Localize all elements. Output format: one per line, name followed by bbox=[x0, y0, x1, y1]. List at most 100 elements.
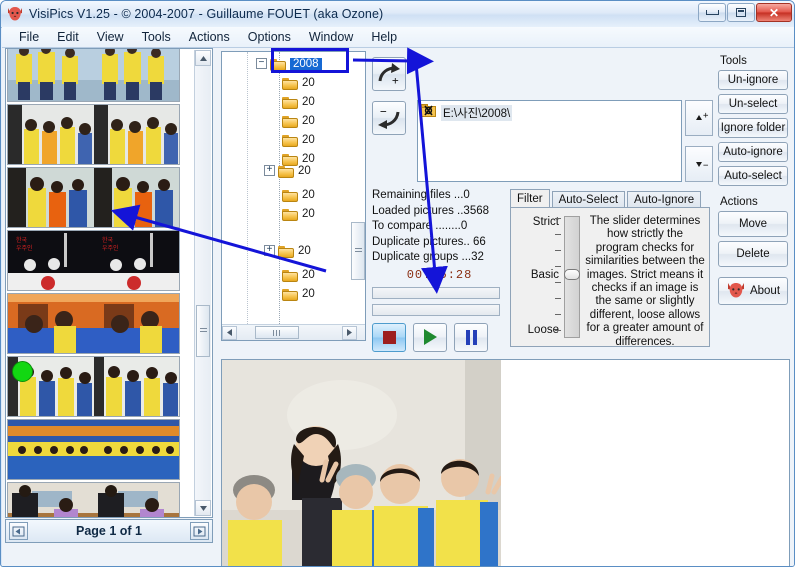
tree-node[interactable]: 20 bbox=[282, 92, 315, 111]
tree-node-label: 20 bbox=[302, 114, 315, 127]
table-row[interactable] bbox=[7, 419, 180, 480]
menu-options[interactable]: Options bbox=[239, 28, 300, 46]
tree-vertical-scrollbar[interactable] bbox=[351, 222, 365, 280]
table-row[interactable] bbox=[7, 49, 180, 102]
folder-icon bbox=[282, 95, 299, 109]
tree-node[interactable]: 20 bbox=[282, 130, 315, 149]
tab-auto-select[interactable]: Auto-Select bbox=[551, 191, 626, 208]
auto-ignore-button[interactable]: Auto-ignore bbox=[718, 142, 788, 162]
thumb-image bbox=[8, 105, 94, 164]
thumb-image: 한국 우주인 bbox=[93, 231, 179, 290]
menu-actions[interactable]: Actions bbox=[180, 28, 239, 46]
about-label: About bbox=[749, 285, 781, 297]
fox-icon bbox=[726, 281, 746, 302]
table-row[interactable] bbox=[7, 482, 180, 517]
about-button[interactable]: About bbox=[718, 277, 788, 305]
previous-page-icon[interactable] bbox=[9, 522, 28, 540]
scroll-right-icon[interactable] bbox=[342, 325, 357, 340]
visipics-window: VisiPics V1.25 - © 2004-2007 - Guillaume… bbox=[0, 0, 795, 567]
filter-tab-panel: Filter Auto-Select Auto-Ignore Strict Ba… bbox=[510, 189, 710, 348]
delete-button[interactable]: Delete bbox=[718, 241, 788, 267]
menu-bar: File Edit View Tools Actions Options Win… bbox=[2, 27, 794, 48]
menu-file[interactable]: File bbox=[10, 28, 48, 46]
progress-bar-bottom bbox=[372, 303, 500, 316]
scrollbar-thumb[interactable] bbox=[255, 326, 299, 339]
tree-node-label: 20 bbox=[302, 287, 315, 300]
scrollbar-thumb[interactable] bbox=[196, 305, 210, 357]
menu-tools[interactable]: Tools bbox=[133, 28, 180, 46]
menu-help[interactable]: Help bbox=[362, 28, 406, 46]
table-row[interactable] bbox=[7, 293, 180, 354]
menu-window[interactable]: Window bbox=[300, 28, 362, 46]
menu-edit[interactable]: Edit bbox=[48, 28, 88, 46]
expand-icon[interactable]: + bbox=[264, 245, 275, 256]
tree-node[interactable]: 20 bbox=[282, 284, 315, 303]
tree-node-label: 20 bbox=[302, 76, 315, 89]
tree-node-expandable[interactable]: +20 bbox=[264, 241, 311, 260]
pause-button[interactable] bbox=[454, 322, 488, 352]
scroll-up-icon[interactable] bbox=[195, 50, 211, 66]
collapse-icon[interactable]: − bbox=[256, 58, 267, 69]
maximize-button[interactable] bbox=[727, 3, 755, 22]
window-title: VisiPics V1.25 - © 2004-2007 - Guillaume… bbox=[29, 7, 384, 21]
svg-text:한국: 한국 bbox=[102, 237, 114, 244]
image-preview[interactable] bbox=[221, 359, 790, 566]
folder-icon bbox=[282, 188, 299, 202]
tab-auto-ignore[interactable]: Auto-Ignore bbox=[627, 191, 702, 208]
thumbnail-scrollbar[interactable] bbox=[194, 50, 211, 516]
tree-node[interactable]: 20 bbox=[282, 111, 315, 130]
duplicate-thumbnail-list[interactable]: 한국 우주인 한국 우주인 bbox=[5, 48, 213, 518]
tree-node[interactable]: 20 bbox=[282, 265, 315, 284]
thumb-image bbox=[93, 420, 179, 479]
folder-tree[interactable]: − 2008 20 20 20 20 20 +20 20 20 +20 20 2… bbox=[221, 51, 366, 341]
elapsed-timer: 00:15:28 bbox=[406, 267, 473, 282]
thumb-image bbox=[93, 357, 179, 416]
status-badge bbox=[12, 361, 33, 382]
folder-icon bbox=[282, 114, 299, 128]
pager-bar: Page 1 of 1 bbox=[5, 519, 213, 543]
auto-select-button[interactable]: Auto-select bbox=[718, 166, 788, 186]
minimize-button[interactable] bbox=[698, 3, 726, 22]
table-row[interactable]: 한국 우주인 한국 우주인 bbox=[7, 230, 180, 291]
tree-node-expandable[interactable]: +20 bbox=[264, 161, 311, 180]
table-row[interactable] bbox=[7, 356, 180, 417]
svg-text:−: − bbox=[380, 106, 387, 118]
progress-bar-top bbox=[372, 286, 500, 299]
play-button[interactable] bbox=[413, 322, 447, 352]
close-button[interactable]: ✕ bbox=[756, 3, 792, 22]
add-folder-button[interactable]: + bbox=[372, 57, 406, 91]
table-row[interactable] bbox=[7, 167, 180, 228]
svg-text:우주인: 우주인 bbox=[16, 245, 33, 252]
scroll-left-icon[interactable] bbox=[222, 325, 237, 340]
table-row[interactable] bbox=[7, 104, 180, 165]
window-controls: ✕ bbox=[698, 3, 792, 22]
ignore-folder-button[interactable]: Ignore folder bbox=[718, 118, 788, 138]
tree-node-label: 20 bbox=[298, 164, 311, 177]
tree-node[interactable]: 20 bbox=[282, 73, 315, 92]
search-path-list[interactable]: E:\사진\2008\ bbox=[417, 100, 682, 182]
move-button[interactable]: Move bbox=[718, 211, 788, 237]
move-path-up-button[interactable]: + bbox=[685, 100, 713, 136]
fox-icon bbox=[6, 5, 24, 23]
slider-handle[interactable] bbox=[564, 269, 580, 280]
tree-node[interactable]: 20 bbox=[282, 185, 315, 204]
list-item[interactable]: E:\사진\2008\ bbox=[421, 103, 678, 123]
un-ignore-button[interactable]: Un-ignore bbox=[718, 70, 788, 90]
strictness-slider[interactable] bbox=[564, 216, 580, 338]
un-select-button[interactable]: Un-select bbox=[718, 94, 788, 114]
tree-horizontal-scrollbar[interactable] bbox=[222, 324, 365, 340]
tab-filter[interactable]: Filter bbox=[510, 189, 550, 208]
stop-button[interactable] bbox=[372, 322, 406, 352]
expand-icon[interactable]: + bbox=[264, 165, 275, 176]
client-area: 한국 우주인 한국 우주인 Page 1 of 1 − 2008 20 20 2… bbox=[2, 48, 794, 566]
tree-node[interactable]: 20 bbox=[282, 204, 315, 223]
folder-icon bbox=[282, 287, 299, 301]
folder-search-icon bbox=[421, 103, 437, 123]
scroll-down-icon[interactable] bbox=[195, 500, 211, 516]
remove-folder-button[interactable]: − bbox=[372, 101, 406, 135]
tree-node-label: 20 bbox=[302, 207, 315, 220]
tree-node-root[interactable]: − 2008 bbox=[256, 54, 322, 73]
next-page-icon[interactable] bbox=[190, 522, 209, 540]
menu-view[interactable]: View bbox=[88, 28, 133, 46]
move-path-down-button[interactable]: − bbox=[685, 146, 713, 182]
